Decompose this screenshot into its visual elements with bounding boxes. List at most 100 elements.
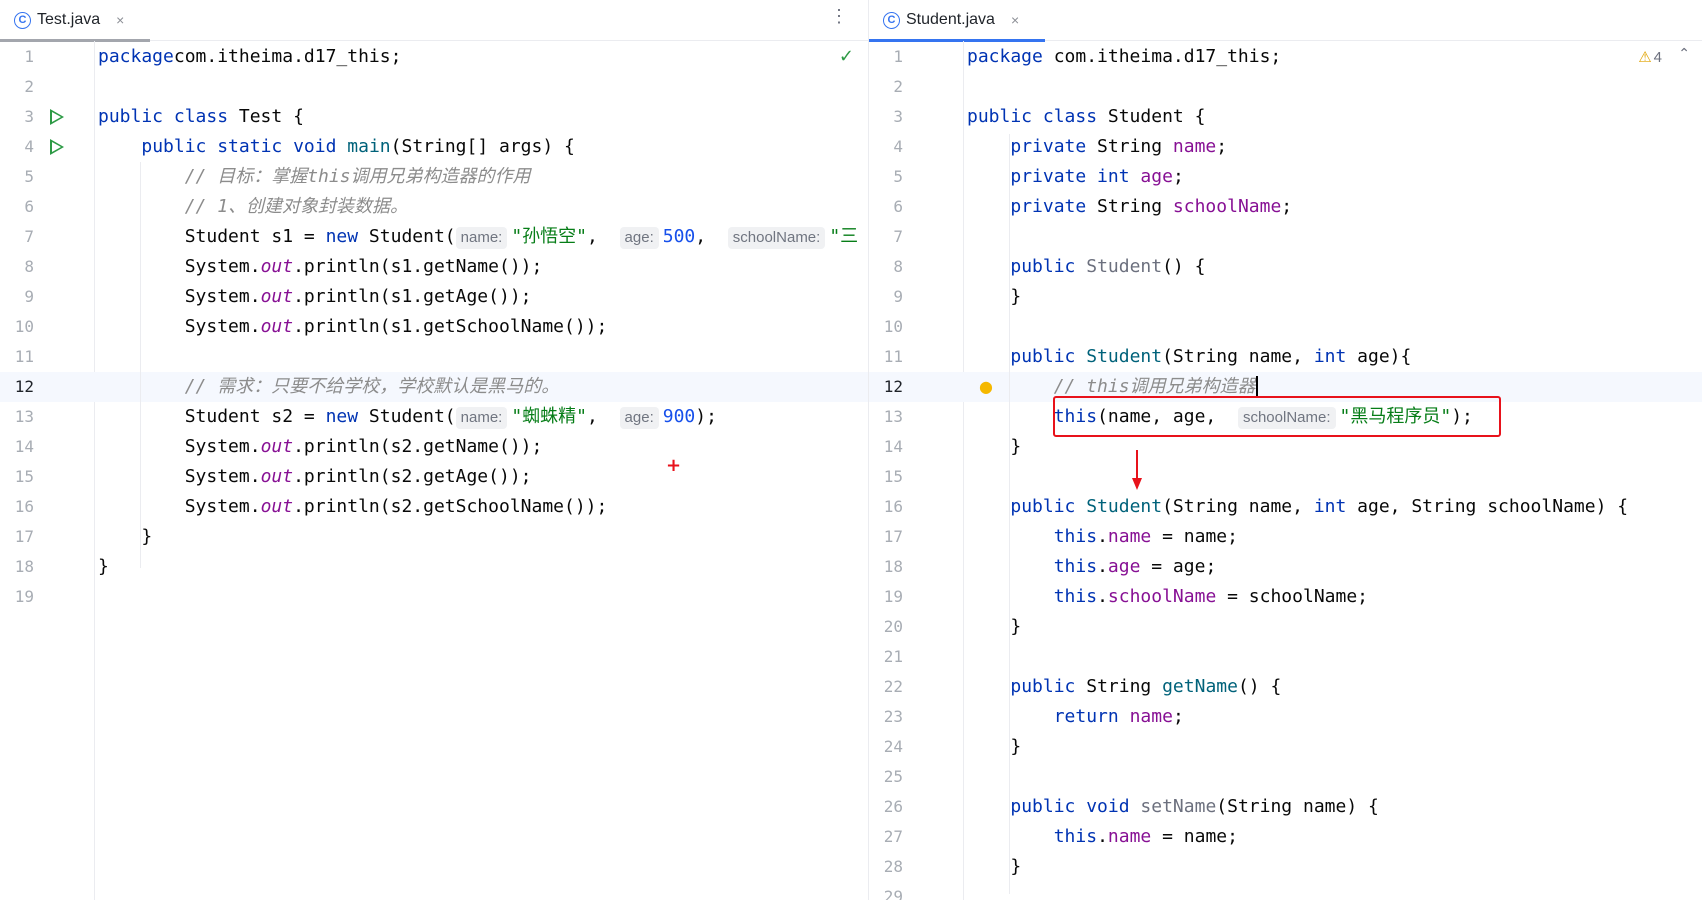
code-line[interactable]: 15 System.out.println(s2.getAge()); (0, 462, 868, 492)
line-number[interactable]: 17 (0, 522, 34, 552)
line-number[interactable]: 9 (0, 282, 34, 312)
line-number[interactable]: 10 (869, 312, 903, 342)
line-number[interactable]: 4 (869, 132, 903, 162)
line-number[interactable]: 8 (869, 252, 903, 282)
code-line[interactable]: 4 private String name; (869, 132, 1702, 162)
tab-test-java[interactable]: C Test.java × (14, 0, 124, 40)
code-line[interactable]: 7 (869, 222, 1702, 252)
code-line[interactable]: 18 this.age = age; (869, 552, 1702, 582)
code-line[interactable]: 23 return name; (869, 702, 1702, 732)
code-line[interactable]: 19 (0, 582, 868, 612)
line-number[interactable]: 13 (0, 402, 34, 432)
code-line[interactable]: 10 (869, 312, 1702, 342)
code-line[interactable]: 16 public Student(String name, int age, … (869, 492, 1702, 522)
line-number[interactable]: 23 (869, 702, 903, 732)
code-line[interactable]: 15 (869, 462, 1702, 492)
line-number[interactable]: 2 (869, 72, 903, 102)
close-tab-icon[interactable]: × (1011, 12, 1019, 28)
line-number[interactable]: 7 (0, 222, 34, 252)
line-number[interactable]: 24 (869, 732, 903, 762)
code-line[interactable]: 28 } (869, 852, 1702, 882)
code-line[interactable]: 17 } (0, 522, 868, 552)
code-line[interactable]: 1 package com.itheima.d17_this; (869, 42, 1702, 72)
line-number[interactable]: 2 (0, 72, 34, 102)
line-number[interactable]: 5 (0, 162, 34, 192)
line-number[interactable]: 29 (869, 882, 903, 900)
line-number[interactable]: 12 (0, 372, 34, 402)
line-number[interactable]: 14 (869, 432, 903, 462)
code-line[interactable]: 11 (0, 342, 868, 372)
code-line[interactable]: 9 } (869, 282, 1702, 312)
more-options-icon[interactable]: ⋮ (830, 6, 848, 27)
code-line[interactable]: 22 public String getName() { (869, 672, 1702, 702)
code-line[interactable]: 25 (869, 762, 1702, 792)
line-number[interactable]: 19 (869, 582, 903, 612)
code-line[interactable]: 11 public Student(String name, int age){ (869, 342, 1702, 372)
line-number[interactable]: 10 (0, 312, 34, 342)
code-line[interactable]: 5 private int age; (869, 162, 1702, 192)
line-number[interactable]: 5 (869, 162, 903, 192)
line-number[interactable]: 21 (869, 642, 903, 672)
line-number[interactable]: 6 (0, 192, 34, 222)
line-number[interactable]: 1 (869, 42, 903, 72)
close-tab-icon[interactable]: × (116, 12, 124, 28)
code-line[interactable]: 2 (869, 72, 1702, 102)
code-line[interactable]: 20 } (869, 612, 1702, 642)
code-line[interactable]: 9 System.out.println(s1.getAge()); (0, 282, 868, 312)
code-line[interactable]: 8 public Student() { (869, 252, 1702, 282)
line-number[interactable]: 22 (869, 672, 903, 702)
line-number[interactable]: 27 (869, 822, 903, 852)
code-line[interactable]: 6 private String schoolName; (869, 192, 1702, 222)
code-line[interactable]: 24 } (869, 732, 1702, 762)
code-line[interactable]: 16 System.out.println(s2.getSchoolName()… (0, 492, 868, 522)
line-number[interactable]: 25 (869, 762, 903, 792)
tab-student-java[interactable]: C Student.java × (883, 0, 1019, 40)
line-number[interactable]: 19 (0, 582, 34, 612)
code-line[interactable]: 4 public static void main(String[] args)… (0, 132, 868, 162)
code-line[interactable]: 19 this.schoolName = schoolName; (869, 582, 1702, 612)
code-line[interactable]: 18} (0, 552, 868, 582)
code-line[interactable]: 5 // 目标：掌握this调用兄弟构造器的作用 (0, 162, 868, 192)
line-number[interactable]: 3 (0, 102, 34, 132)
code-line[interactable]: 7 Student s1 = new Student(name: "孙悟空", a… (0, 222, 868, 252)
line-number[interactable]: 9 (869, 282, 903, 312)
code-line[interactable]: 21 (869, 642, 1702, 672)
line-number[interactable]: 14 (0, 432, 34, 462)
line-number[interactable]: 16 (0, 492, 34, 522)
line-number[interactable]: 12 (869, 372, 903, 402)
code-line[interactable]: 14 System.out.println(s2.getName()); (0, 432, 868, 462)
line-number[interactable]: 15 (0, 462, 34, 492)
code-line[interactable]: 13 Student s2 = new Student(name: "蜘蛛精", … (0, 402, 868, 432)
line-number[interactable]: 28 (869, 852, 903, 882)
line-number[interactable]: 11 (0, 342, 34, 372)
line-number[interactable]: 18 (0, 552, 34, 582)
line-number[interactable]: 13 (869, 402, 903, 432)
line-number[interactable]: 6 (869, 192, 903, 222)
line-number[interactable]: 7 (869, 222, 903, 252)
run-gutter-icon[interactable] (50, 139, 64, 155)
code-line[interactable]: 10 System.out.println(s1.getSchoolName()… (0, 312, 868, 342)
line-number[interactable]: 3 (869, 102, 903, 132)
code-line[interactable]: 26 public void setName(String name) { (869, 792, 1702, 822)
line-number[interactable]: 15 (869, 462, 903, 492)
code-line[interactable]: 8 System.out.println(s1.getName()); (0, 252, 868, 282)
line-number[interactable]: 11 (869, 342, 903, 372)
line-number[interactable]: 26 (869, 792, 903, 822)
code-line[interactable]: 3 public class Test { (0, 102, 868, 132)
code-line[interactable]: 1 packagecom.itheima.d17_this; (0, 42, 868, 72)
line-number[interactable]: 16 (869, 492, 903, 522)
code-line[interactable]: 27 this.name = name; (869, 822, 1702, 852)
run-gutter-icon[interactable] (50, 109, 64, 125)
code-line[interactable]: 12 // 需求：只要不给学校，学校默认是黑马的。 (0, 372, 868, 402)
line-number[interactable]: 20 (869, 612, 903, 642)
code-line[interactable]: 17 this.name = name; (869, 522, 1702, 552)
line-number[interactable]: 8 (0, 252, 34, 282)
line-number[interactable]: 1 (0, 42, 34, 72)
code-line[interactable]: 3 public class Student { (869, 102, 1702, 132)
line-number[interactable]: 4 (0, 132, 34, 162)
code-line[interactable]: 6 // 1、创建对象封装数据。 (0, 192, 868, 222)
code-line[interactable]: 29 (869, 882, 1702, 900)
code-line[interactable]: 2 (0, 72, 868, 102)
line-number[interactable]: 18 (869, 552, 903, 582)
line-number[interactable]: 17 (869, 522, 903, 552)
